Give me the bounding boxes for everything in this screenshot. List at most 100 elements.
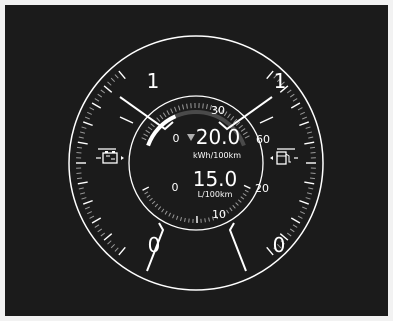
fuel-tick — [240, 196, 245, 200]
right-gauge-full-label: 1 — [274, 69, 287, 93]
electric-tick — [202, 103, 204, 109]
fuel-tick — [146, 194, 151, 198]
outer-tick — [286, 232, 292, 237]
outer-tick — [76, 177, 83, 180]
fuel-scale-min: 0 — [172, 181, 179, 194]
outer-tick — [87, 111, 92, 115]
fuel-consumption-value: 15.0 — [193, 167, 238, 191]
outer-tick — [305, 197, 311, 200]
electric-tick — [230, 116, 235, 121]
electric-scale-mid: 30 — [211, 104, 225, 117]
fuel-tick — [244, 189, 249, 193]
electric-tick — [206, 104, 208, 110]
outer-tick — [84, 206, 90, 210]
outer-tick — [97, 228, 103, 233]
electric-tick — [156, 117, 161, 122]
right-gauge-upper-tick — [259, 116, 274, 124]
outer-tick — [110, 243, 116, 249]
outer-tick — [292, 224, 298, 228]
outer-tick — [94, 224, 100, 228]
value-indicator-icon — [187, 134, 195, 141]
outer-tick — [78, 187, 84, 190]
outer-tick — [266, 70, 274, 80]
outer-tick — [94, 98, 100, 102]
electric-scale-max: 60 — [256, 133, 270, 146]
left-gauge-full-label: 1 — [147, 69, 160, 93]
outer-tick — [292, 98, 298, 102]
outer-tick — [302, 116, 308, 120]
outer-tick — [302, 206, 308, 210]
electric-consumption-value: 20.0 — [196, 125, 241, 149]
fuel-tick — [175, 215, 179, 220]
electric-tick — [143, 133, 149, 137]
outer-tick — [304, 141, 315, 145]
outer-tick — [103, 233, 113, 241]
fuel-consumption-unit: L/100km — [198, 190, 233, 199]
outer-tick — [79, 131, 86, 134]
outer-tick — [84, 116, 90, 120]
electric-tick — [227, 113, 231, 119]
outer-tick — [107, 240, 112, 245]
outer-tick — [91, 102, 102, 109]
outer-tick — [297, 215, 303, 219]
electric-consumption-unit: kWh/100km — [193, 151, 241, 160]
inner-ring — [128, 95, 264, 231]
fuel-tick — [144, 191, 149, 195]
outer-tick — [306, 131, 313, 134]
outer-tick — [305, 126, 311, 129]
outer-tick — [78, 136, 84, 139]
outer-tick — [97, 93, 103, 98]
fuel-tick — [142, 186, 150, 191]
right-gauge-empty-label: 0 — [273, 233, 286, 257]
fuel-tick — [232, 204, 236, 209]
instrument-cluster-screen: 1 1 0 0 0 30 60 20.0 kWh/100km 15.0 L/10… — [5, 5, 388, 316]
fuel-tick — [179, 216, 182, 222]
fuel-tick — [235, 202, 239, 206]
electric-tick — [166, 110, 170, 116]
fuel-tick — [157, 206, 162, 210]
fuel-pump-icon — [270, 151, 298, 165]
outer-tick — [309, 146, 316, 149]
fuel-tick — [184, 217, 186, 222]
outer-tick — [114, 247, 119, 252]
fuel-tick — [243, 184, 251, 189]
electric-tick — [244, 135, 250, 139]
fuel-tick — [229, 207, 233, 212]
electric-tick — [182, 104, 185, 110]
fuel-tick — [204, 218, 206, 223]
fuel-tick — [226, 209, 230, 214]
fuel-tick — [208, 217, 210, 222]
electric-tick — [159, 114, 164, 120]
fuel-tick — [242, 193, 247, 197]
outer-tick — [100, 89, 106, 94]
outer-tick — [77, 181, 88, 185]
electric-scale-min: 0 — [173, 132, 180, 145]
outer-tick — [82, 199, 93, 205]
outer-tick — [300, 111, 305, 115]
outer-tick — [89, 107, 95, 111]
outer-tick — [290, 102, 301, 109]
fuel-tick — [161, 208, 165, 213]
fuel-tick — [168, 212, 172, 217]
fuel-tick — [149, 197, 153, 202]
outer-tick — [79, 192, 86, 195]
left-gauge-upper-tick — [119, 116, 134, 124]
consumption-gauge: 1 1 0 0 0 30 60 20.0 kWh/100km 15.0 L/10… — [68, 35, 324, 291]
electric-tick — [141, 137, 147, 141]
fuel-tick — [164, 210, 168, 215]
left-gauge-empty-label: 0 — [148, 233, 161, 257]
outer-tick — [91, 217, 102, 224]
outer-tick — [107, 81, 112, 86]
outer-tick — [103, 85, 113, 93]
electric-tick — [170, 108, 174, 114]
outer-tick — [290, 217, 301, 224]
battery-charge-icon — [96, 151, 124, 164]
fuel-tick — [154, 203, 159, 208]
outer-tick — [299, 121, 310, 127]
outer-tick — [87, 211, 92, 215]
right-lower-marker — [228, 222, 247, 272]
outer-tick — [308, 187, 314, 190]
outer-tick — [286, 89, 292, 94]
outer-tick — [82, 121, 93, 127]
outer-tick — [76, 146, 83, 149]
